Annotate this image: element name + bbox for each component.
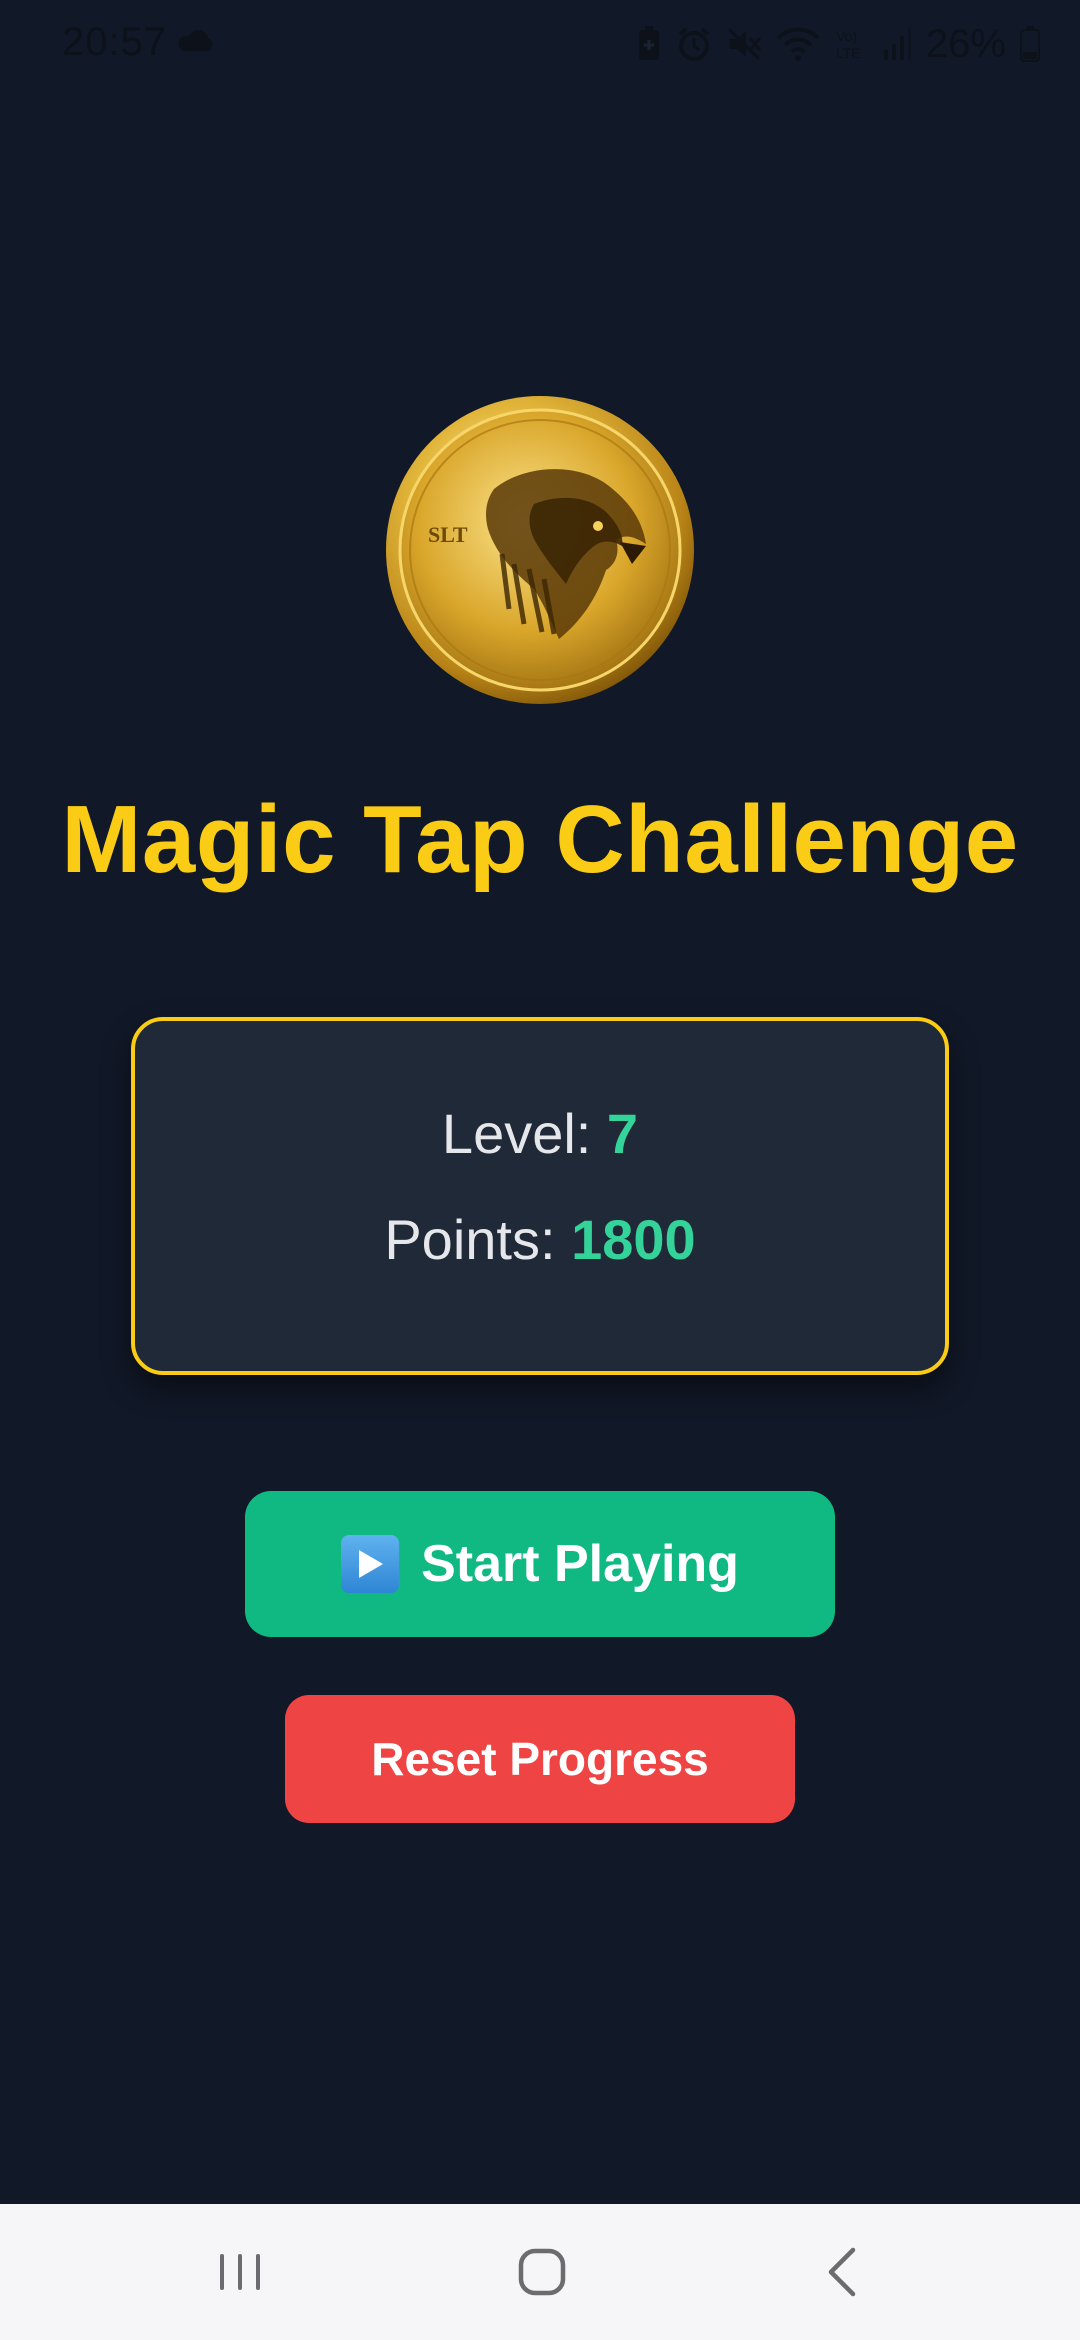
status-icons: Vo) LTE 26%: [636, 22, 1040, 66]
svg-text:LTE: LTE: [836, 45, 861, 61]
wifi-icon: [776, 27, 820, 61]
status-time: 20:57: [62, 20, 168, 64]
recents-icon[interactable]: [210, 2242, 270, 2302]
start-playing-label: Start Playing: [421, 1535, 739, 1593]
app-title: Magic Tap Challenge: [61, 786, 1019, 893]
level-row: Level: 7: [135, 1101, 945, 1166]
reset-progress-button[interactable]: Reset Progress: [285, 1695, 795, 1823]
level-value: 7: [606, 1102, 639, 1165]
signal-icon: [883, 28, 911, 60]
cloud-icon: [178, 30, 213, 51]
eagle-coin-logo: SLT: [386, 396, 694, 704]
volte-icon: Vo) LTE: [836, 28, 861, 61]
home-icon[interactable]: [512, 2242, 572, 2302]
status-bar: 20:57 Vo) LTE 26%: [0, 0, 1080, 86]
mute-icon: [727, 27, 762, 61]
back-icon[interactable]: [815, 2242, 875, 2302]
stats-card: Level: 7 Points: 1800: [131, 1017, 949, 1375]
svg-text:Vo): Vo): [836, 28, 857, 44]
navigation-bar: [0, 2204, 1080, 2340]
start-playing-button[interactable]: Start Playing: [245, 1491, 835, 1637]
battery-icon: [1020, 26, 1040, 62]
reset-progress-label: Reset Progress: [371, 1733, 709, 1785]
battery-saver-icon: [638, 26, 659, 60]
level-label: Level:: [441, 1102, 607, 1165]
points-label: Points:: [384, 1208, 572, 1271]
points-value: 1800: [571, 1208, 696, 1271]
battery-percent: 26%: [925, 21, 1006, 66]
points-row: Points: 1800: [135, 1207, 945, 1272]
svg-text:SLT: SLT: [428, 522, 468, 547]
alarm-icon: [678, 27, 710, 61]
play-icon: [341, 1535, 400, 1593]
